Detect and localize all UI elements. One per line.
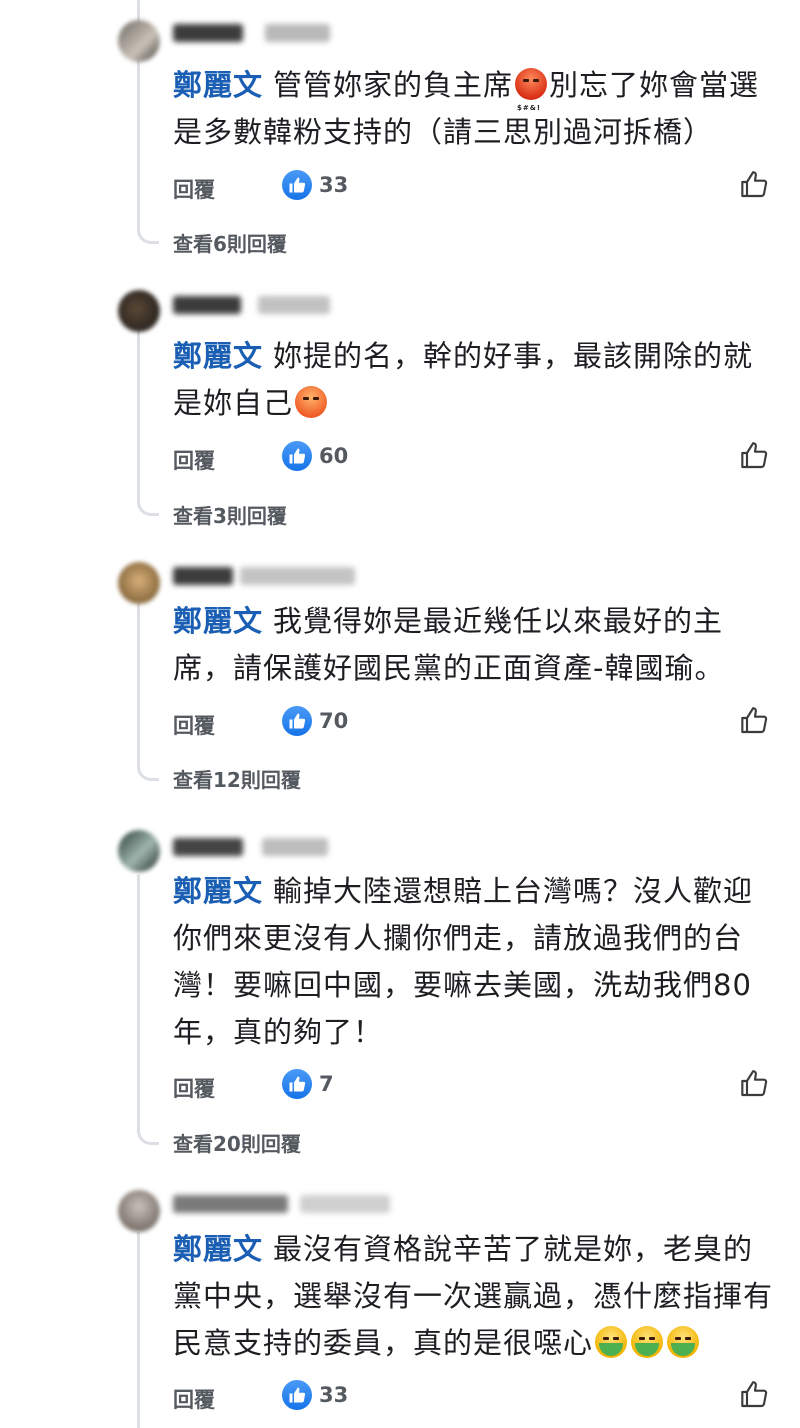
comment-line: 民意支持的委員，真的是很噁心 bbox=[173, 1326, 594, 1360]
face-with-symbols-on-mouth-icon bbox=[515, 68, 548, 132]
comment-line: 年，真的夠了！ bbox=[173, 1015, 384, 1049]
thread-line bbox=[137, 325, 140, 502]
reply-button[interactable]: 回覆 bbox=[173, 445, 215, 475]
reply-button[interactable]: 回覆 bbox=[173, 1384, 215, 1414]
blurred-username bbox=[173, 1195, 288, 1213]
thumbs-up-icon[interactable] bbox=[739, 1067, 771, 1103]
view-replies-link[interactable]: 查看3則回覆 bbox=[173, 500, 287, 529]
like-count: 33 bbox=[319, 1383, 349, 1407]
nauseated-face-icon bbox=[595, 1326, 628, 1358]
like-reaction-icon[interactable] bbox=[282, 170, 312, 200]
view-replies-link[interactable]: 查看20則回覆 bbox=[173, 1128, 301, 1157]
blurred-username bbox=[173, 838, 243, 856]
mention-tag[interactable]: 鄭麗文 bbox=[173, 604, 263, 638]
avatar[interactable] bbox=[118, 20, 160, 62]
avatar[interactable] bbox=[118, 1190, 160, 1232]
like-reaction-icon[interactable] bbox=[282, 1380, 312, 1410]
thread-line bbox=[137, 603, 140, 767]
comment-actions: 回覆 33 bbox=[173, 168, 773, 208]
comment-line: 席，請保護好國民黨的正面資產-韓國瑜。 bbox=[173, 651, 725, 685]
like-reaction-icon[interactable] bbox=[282, 706, 312, 736]
comment-text: 鄭麗文 我覺得妳是最近幾任以來最好的主 席，請保護好國民黨的正面資產-韓國瑜。 bbox=[173, 598, 773, 692]
comment-line: 你們來更沒有人攔你們走，請放過我們的台 bbox=[173, 921, 744, 955]
blurred-username bbox=[173, 567, 233, 585]
comment-line: 是妳自己 bbox=[173, 386, 294, 420]
thread-line-corner bbox=[137, 222, 159, 244]
like-reaction-icon[interactable] bbox=[282, 1069, 312, 1099]
comment-line: 管管妳家的負主席 bbox=[273, 68, 514, 102]
mention-tag[interactable]: 鄭麗文 bbox=[173, 874, 263, 908]
comment-text: 鄭麗文 最沒有資格說辛苦了就是妳，老臭的 黨中央，選舉沒有一次選贏過，憑什麼指揮有… bbox=[173, 1226, 773, 1367]
view-replies-link[interactable]: 查看6則回覆 bbox=[173, 228, 287, 257]
comment-actions: 回覆 33 bbox=[173, 1378, 773, 1418]
comment-text: 鄭麗文 妳提的名，幹的好事，最該開除的就 是妳自己 bbox=[173, 333, 773, 427]
comment-line: 別忘了妳會當選 bbox=[549, 68, 760, 102]
thread-line bbox=[137, 875, 140, 1131]
blurred-timestamp bbox=[240, 567, 355, 585]
view-replies-link[interactable]: 查看12則回覆 bbox=[173, 764, 301, 793]
comment-thread-screen: { "comments": [ { "author": "鄭麗文", "line… bbox=[0, 0, 800, 1428]
thumbs-up-icon[interactable] bbox=[739, 168, 771, 204]
comment-actions: 回覆 7 bbox=[173, 1067, 773, 1107]
reply-button[interactable]: 回覆 bbox=[173, 1073, 215, 1103]
like-count: 7 bbox=[319, 1072, 334, 1096]
comment-line: 最沒有資格說辛苦了就是妳，老臭的 bbox=[273, 1232, 754, 1266]
blurred-timestamp bbox=[262, 838, 328, 856]
thread-line-corner bbox=[137, 494, 159, 516]
thumbs-up-icon[interactable] bbox=[739, 704, 771, 740]
mention-tag[interactable]: 鄭麗文 bbox=[173, 339, 263, 373]
like-count: 70 bbox=[319, 709, 349, 733]
reply-button[interactable]: 回覆 bbox=[173, 174, 215, 204]
blurred-username bbox=[173, 24, 243, 42]
reply-button[interactable]: 回覆 bbox=[173, 710, 215, 740]
comment-line: 輸掉大陸還想賠上台灣嗎？沒人歡迎 bbox=[273, 874, 754, 908]
like-count: 60 bbox=[319, 444, 349, 468]
nauseated-face-icon bbox=[667, 1326, 700, 1358]
thumbs-up-icon[interactable] bbox=[739, 1378, 771, 1414]
mention-tag[interactable]: 鄭麗文 bbox=[173, 68, 263, 102]
comment-text: 鄭麗文管管妳家的負主席 別忘了妳會當選 是多數韓粉支持的（請三思別過河拆橋） bbox=[173, 62, 773, 156]
blurred-timestamp bbox=[258, 296, 330, 314]
nauseated-face-icon bbox=[631, 1326, 664, 1358]
avatar[interactable] bbox=[118, 562, 160, 604]
avatar[interactable] bbox=[118, 830, 160, 872]
comment-actions: 回覆 60 bbox=[173, 439, 773, 479]
blurred-timestamp bbox=[265, 24, 330, 42]
comment-line: 妳提的名，幹的好事，最該開除的就 bbox=[273, 339, 754, 373]
like-count: 33 bbox=[319, 173, 349, 197]
blurred-timestamp bbox=[300, 1195, 390, 1213]
comment-line: 我覺得妳是最近幾任以來最好的主 bbox=[273, 604, 724, 638]
like-reaction-icon[interactable] bbox=[282, 441, 312, 471]
thumbs-up-icon[interactable] bbox=[739, 439, 771, 475]
thread-line-corner bbox=[137, 759, 159, 781]
angry-face-icon bbox=[295, 386, 328, 418]
comment-text: 鄭麗文 輸掉大陸還想賠上台灣嗎？沒人歡迎 你們來更沒有人攔你們走，請放過我們的台 … bbox=[173, 868, 773, 1056]
avatar[interactable] bbox=[118, 290, 160, 332]
blurred-username bbox=[173, 296, 241, 314]
comment-actions: 回覆 70 bbox=[173, 704, 773, 744]
thread-line-corner bbox=[137, 1123, 159, 1145]
comment-line: 是多數韓粉支持的（請三思別過河拆橋） bbox=[173, 115, 714, 149]
comment-line: 黨中央，選舉沒有一次選贏過，憑什麼指揮有 bbox=[173, 1279, 774, 1313]
comment-line: 灣！要嘛回中國，要嘛去美國，洗劫我們80 bbox=[173, 968, 752, 1002]
mention-tag[interactable]: 鄭麗文 bbox=[173, 1232, 263, 1266]
thread-line bbox=[137, 1232, 140, 1428]
